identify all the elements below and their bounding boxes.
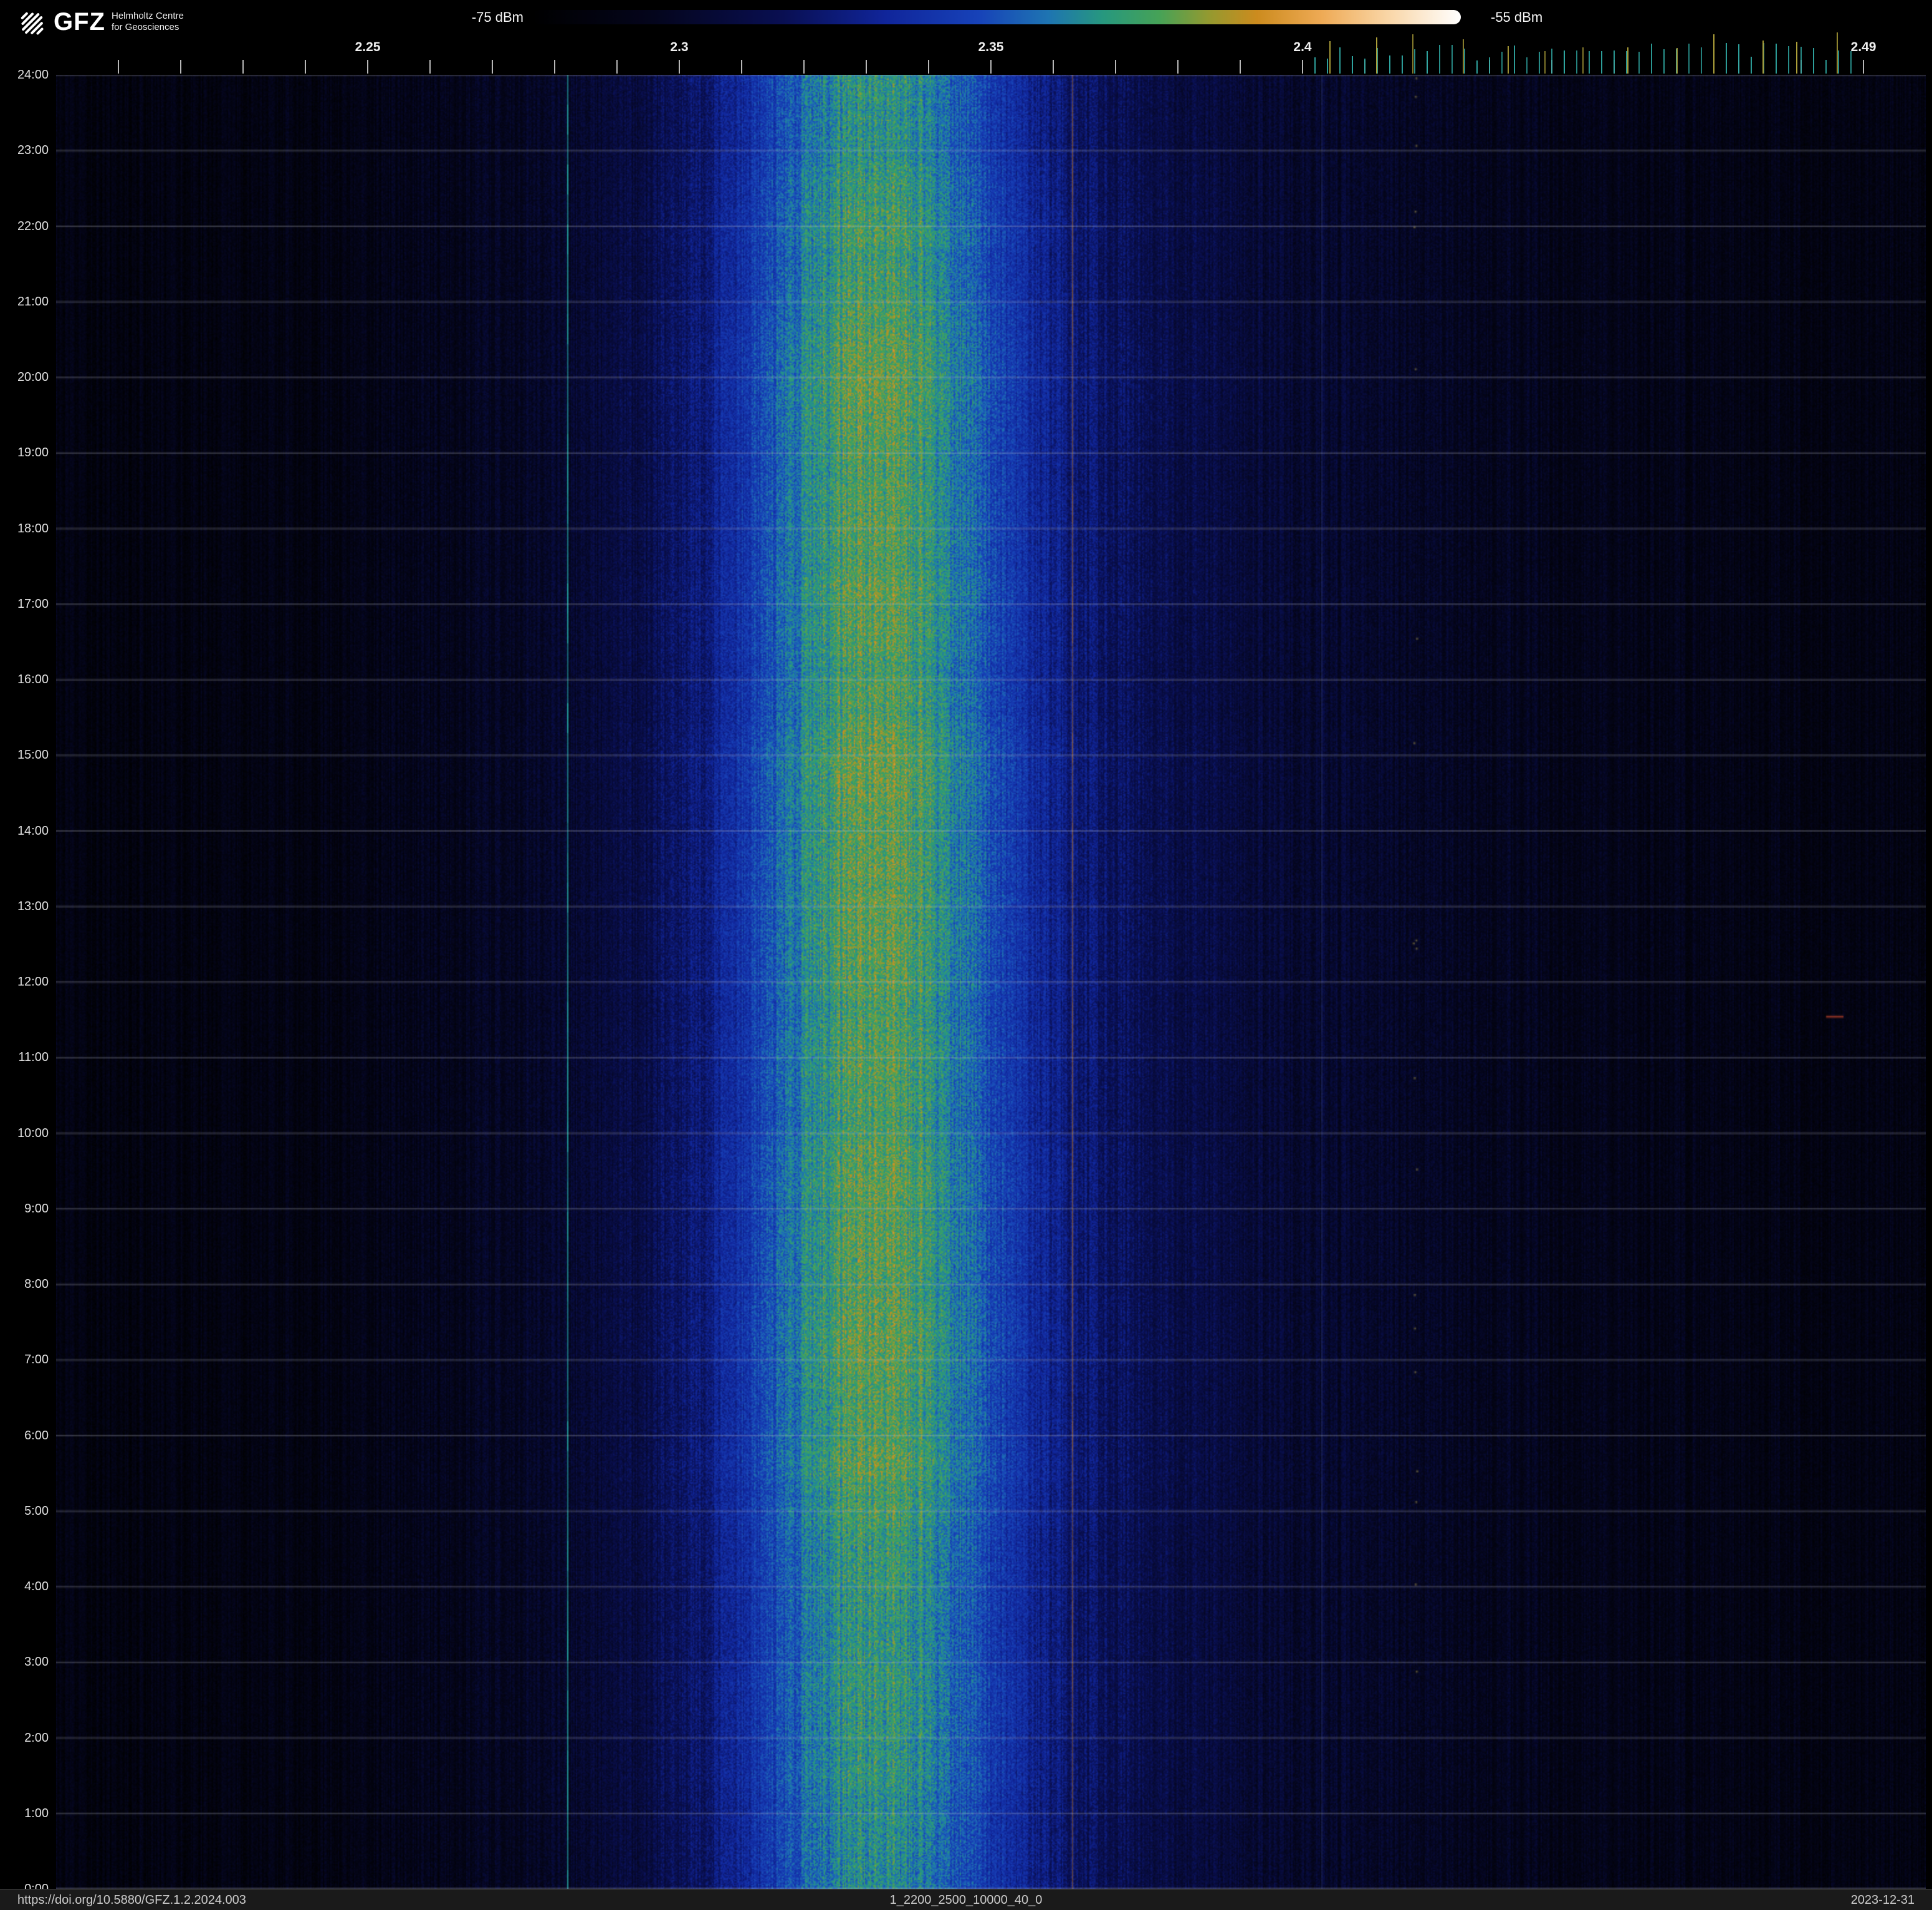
time-tick-label: 20:00 bbox=[17, 370, 49, 384]
time-tick-label: 14:00 bbox=[17, 823, 49, 838]
time-axis: 24:00 23:00 22:00 21:00 20:00 19:00 18:00 17:00… bbox=[0, 0, 54, 1910]
time-tick-label: 19:00 bbox=[17, 446, 49, 460]
time-tick-label: 1:00 bbox=[24, 1806, 49, 1820]
footer-doi: https://doi.org/10.5880/GFZ.1.2.2024.003 bbox=[17, 1893, 246, 1907]
time-tick-label: 18:00 bbox=[17, 521, 49, 535]
colorbar bbox=[533, 10, 1461, 24]
spectrogram-page: GFZ Helmholtz Centre for Geosciences -75… bbox=[0, 0, 1932, 1910]
footer-dataset-id: 1_2200_2500_10000_40_0 bbox=[889, 1893, 1043, 1907]
time-tick-label: 21:00 bbox=[17, 294, 49, 309]
time-tick-label: 15:00 bbox=[17, 748, 49, 762]
footer: https://doi.org/10.5880/GFZ.1.2.2024.003… bbox=[0, 1889, 1932, 1910]
time-tick-label: 16:00 bbox=[17, 673, 49, 686]
time-tick-label: 8:00 bbox=[24, 1277, 49, 1291]
gfz-logo-icon bbox=[21, 12, 44, 35]
logo-subtitle-line1: Helmholtz Centre bbox=[111, 11, 184, 21]
time-tick-label: 13:00 bbox=[17, 899, 49, 913]
time-tick-label: 7:00 bbox=[24, 1353, 49, 1367]
logo-org: GFZ bbox=[54, 8, 105, 36]
colorbar-max-label: -55 dBm bbox=[1491, 9, 1543, 25]
time-tick-label: 22:00 bbox=[17, 219, 49, 233]
time-tick-label: 2:00 bbox=[24, 1730, 49, 1745]
time-tick-label: 12:00 bbox=[17, 975, 49, 989]
colorbar-min-label: -75 dBm bbox=[471, 9, 524, 25]
time-tick-label: 4:00 bbox=[24, 1580, 49, 1593]
spectrogram-canvas bbox=[56, 75, 1926, 1889]
logo-subtitle: Helmholtz Centre for Geosciences bbox=[112, 11, 184, 33]
footer-date: 2023-12-31 bbox=[1850, 1893, 1915, 1907]
time-tick-label: 23:00 bbox=[17, 143, 49, 158]
time-tick-label: 3:00 bbox=[24, 1655, 49, 1669]
gfz-logo: GFZ Helmholtz Centre for Geosciences bbox=[16, 7, 184, 40]
time-tick-label: 5:00 bbox=[24, 1504, 49, 1518]
logo-subtitle-line2: for Geosciences bbox=[111, 22, 179, 32]
time-tick-label: 17:00 bbox=[17, 597, 49, 611]
header: GFZ Helmholtz Centre for Geosciences -75… bbox=[0, 0, 1932, 75]
time-tick-label: 10:00 bbox=[17, 1126, 49, 1140]
time-tick-label: 6:00 bbox=[24, 1428, 49, 1442]
time-tick-label: 11:00 bbox=[18, 1050, 49, 1065]
time-tick-label: 9:00 bbox=[24, 1201, 49, 1216]
